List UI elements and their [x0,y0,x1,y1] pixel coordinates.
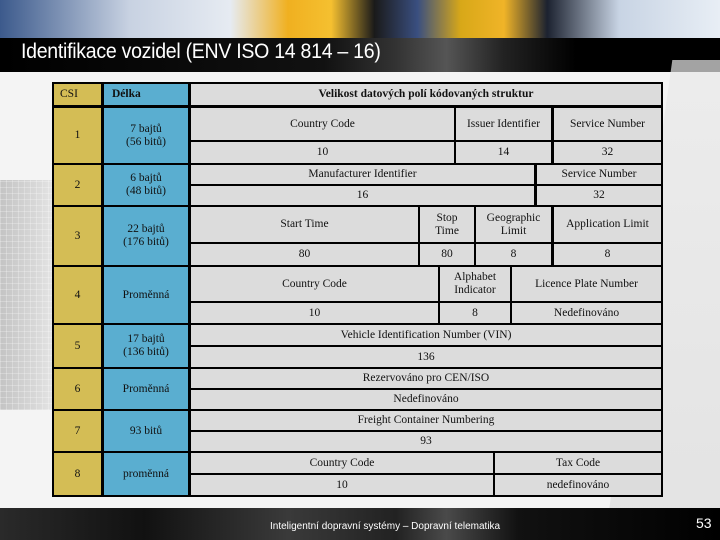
row5-length-bits: (136 bitů) [123,346,169,358]
row5-field-bits: 136 [191,347,661,367]
row8-field-name: Tax Code [495,453,661,473]
row3-field-bits: 80 [191,244,418,265]
row1-field-name: Issuer Identifier [456,108,551,140]
row5-length: 17 bajtů (136 bitů) [104,325,188,367]
row8-field-bits: 10 [191,475,493,495]
header-csi: CSI [54,84,101,105]
row2-field-name: Service Number [537,165,661,184]
slide-title: Identifikace vozidel (ENV ISO 14 814 – 1… [21,40,381,63]
row8-field-name: Country Code [191,453,493,473]
row6-csi: 6 [54,369,101,409]
row4-field-bits: Nedefinováno [512,303,661,323]
row4-length: Proměnná [104,267,188,323]
background-decoration-left [0,180,52,410]
row2-csi: 2 [54,165,101,205]
row4-field-bits: 10 [191,303,438,323]
row5-field-name: Vehicle Identification Number (VIN) [191,325,661,345]
row2-field-bits: 16 [191,186,534,205]
row2-length-bytes: 6 bajtů [130,172,162,184]
row2-field-name: Manufacturer Identifier [191,165,534,184]
row3-field-name-line: Geographic [486,211,541,224]
row1-field-bits: 14 [456,142,551,163]
row3-field-name: Application Limit [554,207,661,242]
row3-field-bits: 8 [476,244,551,265]
header-banner-image [0,0,720,38]
row3-field-name: Geographic Limit [476,207,551,242]
page-number: 53 [696,515,712,531]
row7-field-name: Freight Container Numbering [191,411,661,430]
row3-field-name-line: Time [435,224,459,237]
row2-length: 6 bajtů (48 bitů) [104,165,188,205]
row7-field-bits: 93 [191,432,661,451]
row4-field-name-line: Alphabet [453,271,497,283]
row5-csi: 5 [54,325,101,367]
row4-field-name: Alphabet Indicator [440,267,510,301]
row2-field-bits: 32 [537,186,661,205]
row5-length-bytes: 17 bajtů [127,333,165,345]
row8-length: proměnná [104,453,188,495]
row3-field-name-line: Stop [436,211,458,224]
row3-field-name: Stop Time [420,207,474,242]
row4-field-name: Licence Plate Number [512,267,661,301]
row6-field-bits: Nedefinováno [191,390,661,409]
row3-field-bits: 8 [554,244,661,265]
row2-length-bits: (48 bitů) [126,185,166,197]
row7-csi: 7 [54,411,101,451]
header-fields: Velikost datových polí kódovaných strukt… [191,84,661,105]
row4-field-name: Country Code [191,267,438,301]
row6-length: Proměnná [104,369,188,409]
row3-length-bytes: 22 bajtů [127,223,165,235]
row3-length-bits: (176 bitů) [123,236,169,248]
row1-length: 7 bajtů (56 bitů) [104,108,188,163]
row4-csi: 4 [54,267,101,323]
row3-field-bits: 80 [420,244,474,265]
vehicle-id-table: CSI Délka Velikost datových polí kódovan… [52,82,663,497]
row4-field-name-line: Indicator [454,284,496,296]
row1-field-name: Country Code [191,108,454,140]
row1-field-name: Service Number [554,108,661,140]
row6-field-name: Rezervováno pro CEN/ISO [191,369,661,388]
header-length: Délka [104,84,188,105]
row1-csi: 1 [54,108,101,163]
row4-field-bits: 8 [440,303,510,323]
row8-field-bits: nedefinováno [495,475,661,495]
row8-csi: 8 [54,453,101,495]
row3-field-name-line: Limit [500,224,527,237]
row1-length-bytes: 7 bajtů [130,122,162,135]
row1-field-bits: 10 [191,142,454,163]
row3-csi: 3 [54,207,101,265]
row3-field-name: Start Time [191,207,418,242]
row1-length-bits: (56 bitů) [126,135,166,148]
row3-length: 22 bajtů (176 bitů) [104,207,188,265]
row1-field-bits: 32 [554,142,661,163]
footer-text: Inteligentní dopravní systémy – Dopravní… [270,521,501,532]
row7-length: 93 bitů [104,411,188,451]
